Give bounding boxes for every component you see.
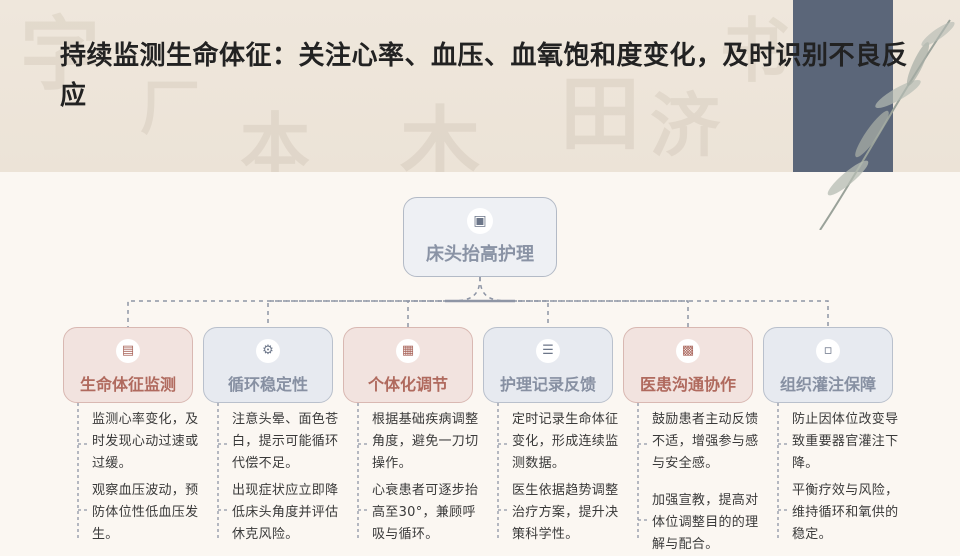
id-card-icon: ▩ <box>676 339 700 363</box>
branch-bullet: 心衰患者可逐步抬高至30°，兼顾呼吸与循环。 <box>372 483 479 542</box>
clipboard-icon: ▫ <box>816 339 840 363</box>
branch-bullet: 鼓励患者主动反馈不适，增强参与感与安全感。 <box>652 412 759 471</box>
branch-bullet: 观察血压波动，预防体位性低血压发生。 <box>92 483 199 542</box>
branch-card-nursing-records: ☰ 护理记录反馈 <box>483 327 613 403</box>
list-icon: ☰ <box>536 339 560 363</box>
root-node-label: 床头抬高护理 <box>426 244 534 265</box>
truck-icon: ▣ <box>467 208 493 234</box>
branch-bullet: 加强宣教，提高对体位调整目的的理解与配合。 <box>652 493 759 552</box>
folder-icon: ▦ <box>396 339 420 363</box>
branch-bullet: 根据基础疾病调整角度，避免一刀切操作。 <box>372 412 479 471</box>
branch-bullet: 注意头晕、面色苍白，提示可能循环代偿不足。 <box>232 412 339 471</box>
branch-card-individual-adjustment: ▦ 个体化调节 <box>343 327 473 403</box>
branch-card-perfusion: ▫ 组织灌注保障 <box>763 327 893 403</box>
page-title: 持续监测生命体征：关注心率、血压、血氧饱和度变化，及时识别不良反应 <box>60 41 909 111</box>
branch-bullet: 监测心率变化，及时发现心动过速或过缓。 <box>92 412 199 471</box>
branch-bullet: 平衡疗效与风险，维持循环和氧供的稳定。 <box>792 483 899 542</box>
branch-label: 护理记录反馈 <box>499 375 596 394</box>
branch-label: 生命体征监测 <box>79 375 176 394</box>
root-node: ▣ 床头抬高护理 <box>403 197 557 277</box>
document-icon: ▤ <box>116 339 140 363</box>
branch-bullet: 出现症状应立即降低床头角度并评估休克风险。 <box>232 483 339 542</box>
branch-card-communication: ▩ 医患沟通协作 <box>623 327 753 403</box>
gear-icon: ⚙ <box>256 339 280 363</box>
branch-label: 循环稳定性 <box>227 375 308 394</box>
branch-bullet: 医生依据趋势调整治疗方案，提升决策科学性。 <box>512 483 619 542</box>
branch-label: 组织灌注保障 <box>779 375 876 394</box>
branch-card-vital-signs: ▤ 生命体征监测 <box>63 327 193 403</box>
branch-label: 个体化调节 <box>367 375 448 394</box>
branch-bullet: 定时记录生命体征变化，形成连续监测数据。 <box>512 412 619 471</box>
branch-card-circulation: ⚙ 循环稳定性 <box>203 327 333 403</box>
branch-bullet: 防止因体位改变导致重要器官灌注下降。 <box>792 412 899 471</box>
branch-label: 医患沟通协作 <box>639 375 736 394</box>
